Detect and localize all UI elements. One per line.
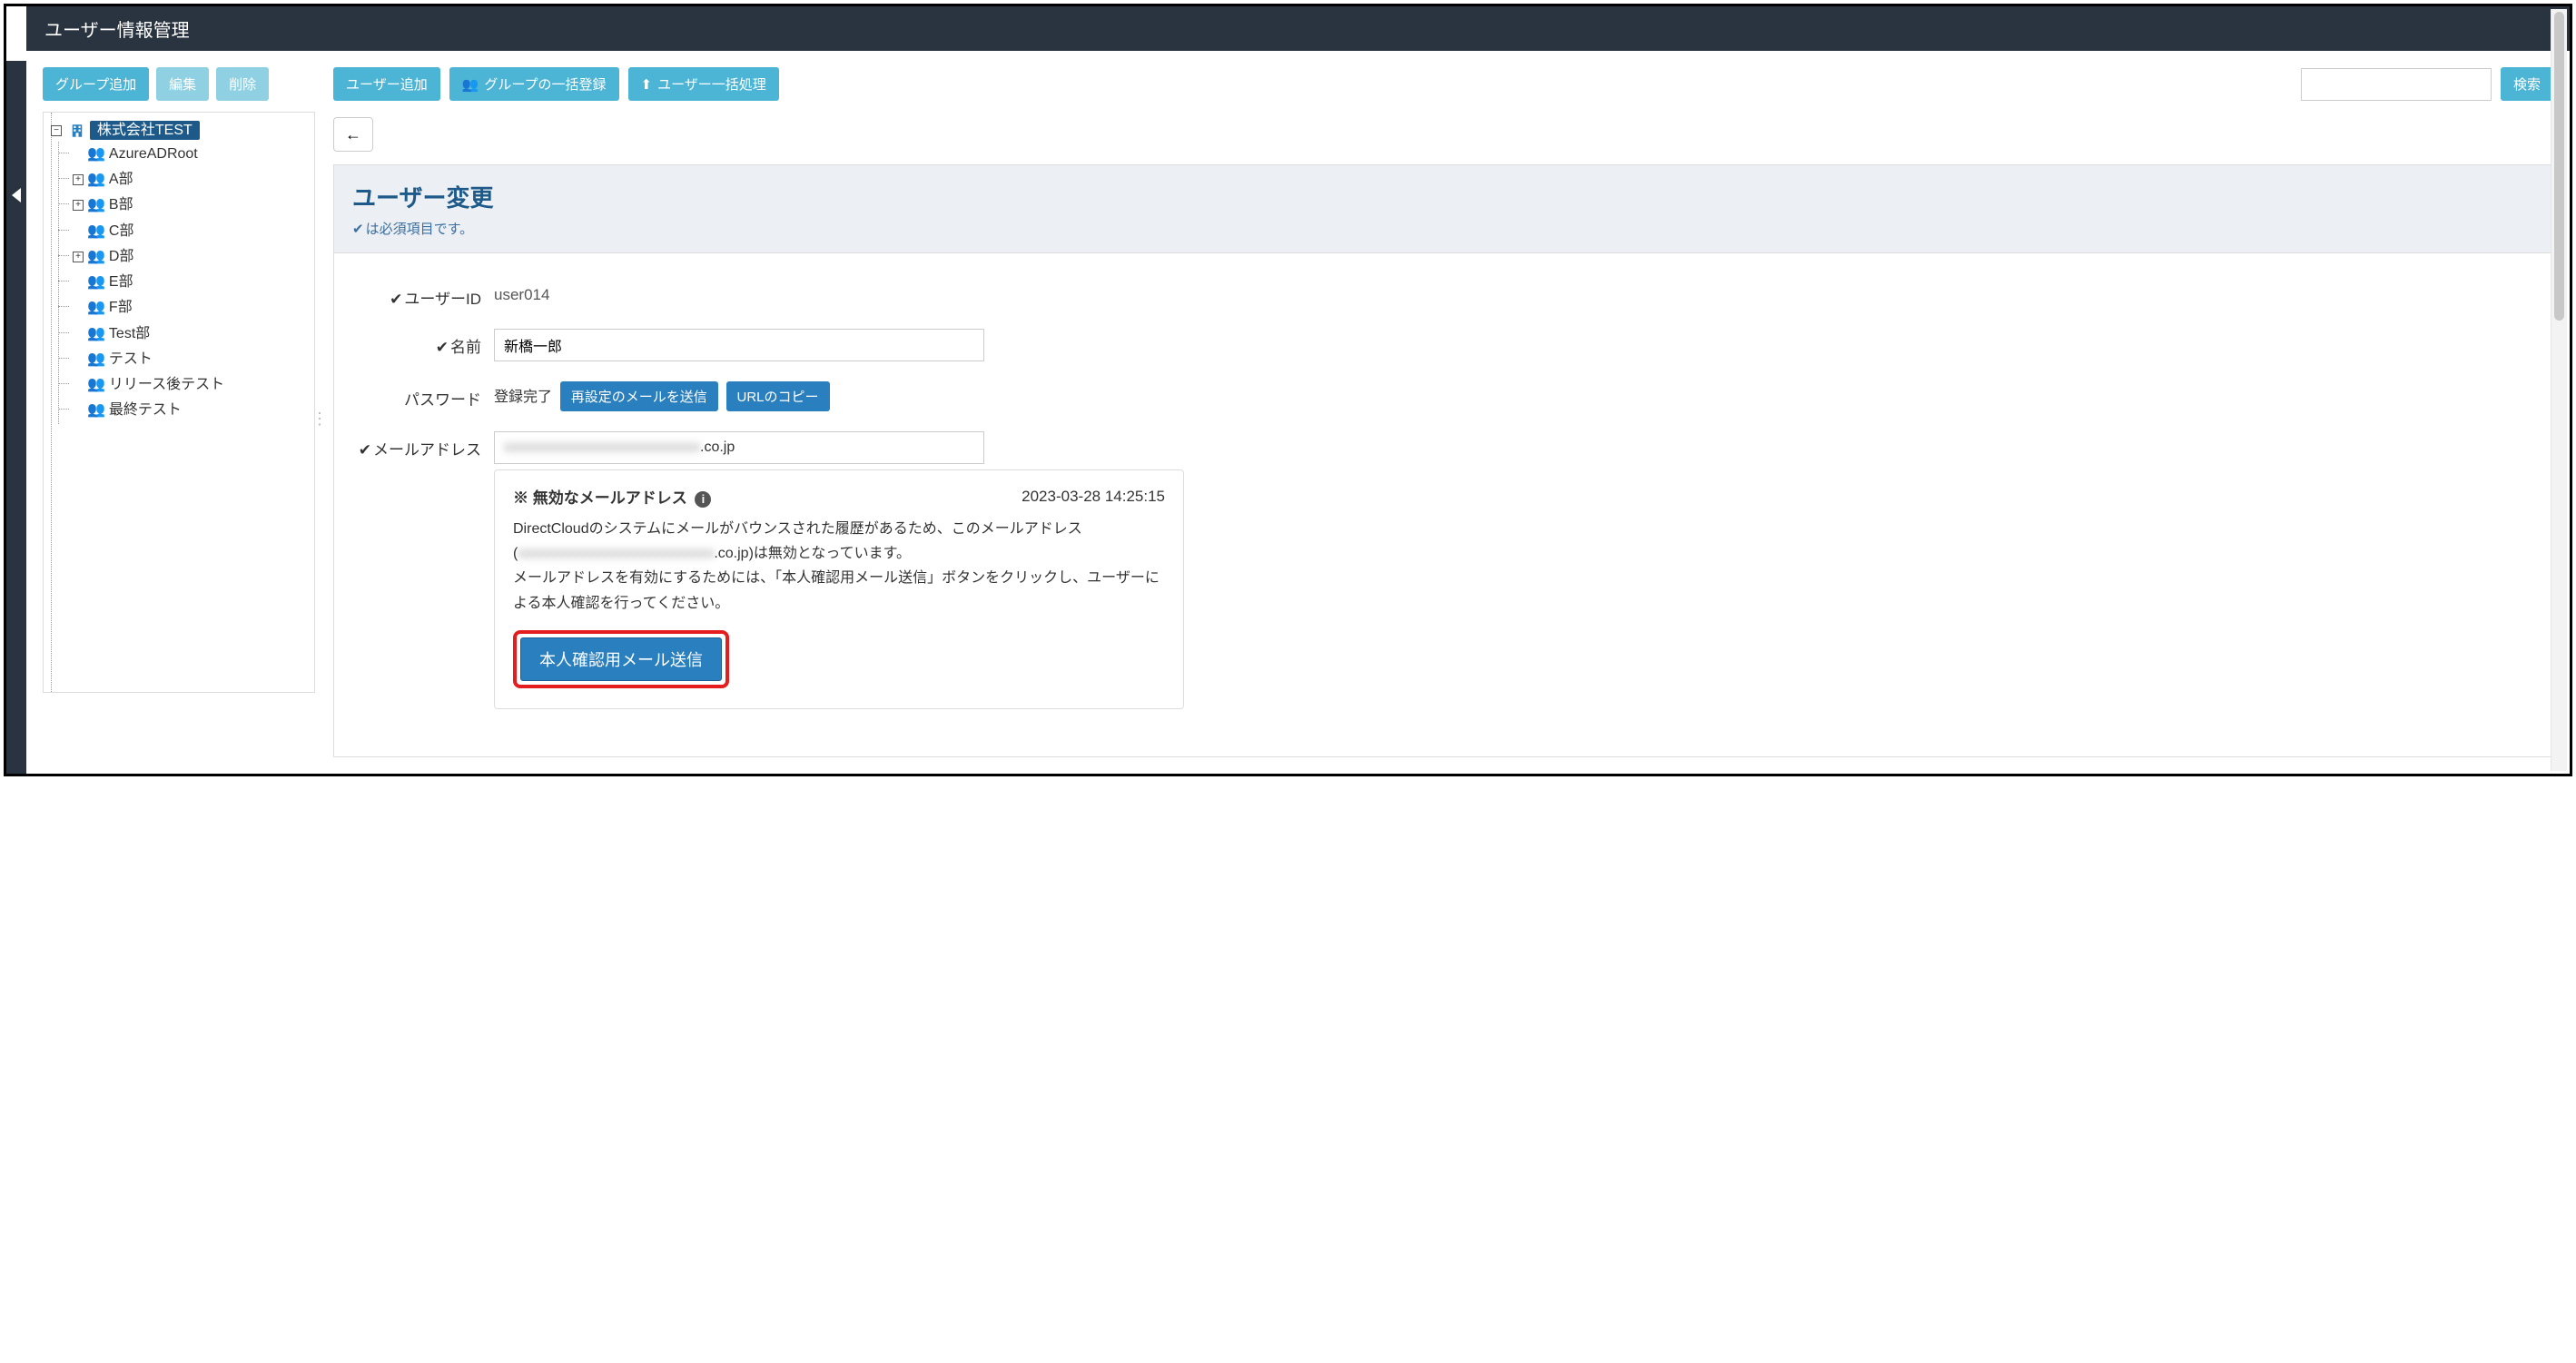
notice-prefix: ※ <box>513 489 533 507</box>
tree-node[interactable]: 👥 F部 <box>71 295 311 321</box>
tree-node-label: テスト <box>109 351 153 367</box>
tree-node-label: AzureADRoot <box>109 146 198 162</box>
tree-node[interactable]: 👥最終テスト <box>71 398 311 423</box>
password-label: パスワード <box>352 381 494 410</box>
panel-header: ユーザー変更 ✔は必須項目です。 <box>333 164 2553 253</box>
tree-node-label: E部 <box>109 274 133 290</box>
email-label-text: メールアドレス <box>373 441 481 459</box>
group-icon: 👥 <box>87 274 105 290</box>
bulk-user-label: ユーザー一括処理 <box>657 74 766 94</box>
tree-node[interactable]: +👥 B部 <box>71 193 311 218</box>
tree-root[interactable]: − 株式会社TEST 👥AzureADRoot +👥A部 +👥B部 👥C部 <box>49 118 311 426</box>
user-id-label: ✔ユーザーID <box>352 281 494 309</box>
group-icon: 👥 <box>87 223 105 239</box>
tree-node-label: 最終テスト <box>109 403 182 419</box>
check-icon: ✔ <box>352 222 364 237</box>
group-icon: 👥 <box>87 326 105 341</box>
expand-icon[interactable]: + <box>73 200 84 211</box>
panel-title: ユーザー変更 <box>352 180 2534 213</box>
group-icon: 👥 <box>87 351 105 367</box>
tree-node[interactable]: 👥C部 <box>71 219 311 244</box>
verify-button-highlight: 本人確認用メール送信 <box>513 630 729 688</box>
page-title: ユーザー情報管理 <box>44 21 190 41</box>
name-label: ✔名前 <box>352 329 494 357</box>
search-input[interactable] <box>2301 68 2492 101</box>
tree-node-label: C部 <box>109 223 134 239</box>
required-note: ✔は必須項目です。 <box>352 219 2534 238</box>
search-button[interactable]: 検索 <box>2501 67 2553 101</box>
email-field[interactable]: xxxxxxxxxxxxxxxxxxxxxxxxxxx.co.jp <box>494 431 984 464</box>
group-icon: 👥 <box>462 76 479 93</box>
group-icon: 👥 <box>87 249 105 264</box>
invalid-email-notice: ※ 無効なメールアドレス i 2023-03-28 14:25:15 Direc… <box>494 469 1184 709</box>
group-icon: 👥 <box>87 377 105 392</box>
expand-icon[interactable]: + <box>73 252 84 262</box>
verify-email-button[interactable]: 本人確認用メール送信 <box>520 637 722 681</box>
notice-timestamp: 2023-03-28 14:25:15 <box>1022 488 1165 506</box>
delete-button[interactable]: 削除 <box>216 67 269 101</box>
user-id-value: user014 <box>494 281 1184 304</box>
arrow-left-icon: ← <box>345 125 361 143</box>
notice-body: DirectCloudのシステムにメールがバウンスされた履歴があるため、このメー… <box>513 517 1165 616</box>
group-icon: 👥 <box>87 402 105 418</box>
tree-node-label: B部 <box>109 198 133 213</box>
page-title-bar: ユーザー情報管理 <box>26 6 2570 51</box>
back-button[interactable]: ← <box>333 117 373 152</box>
name-field[interactable] <box>494 329 984 361</box>
check-icon: ✔ <box>436 339 449 356</box>
group-tree: − 株式会社TEST 👥AzureADRoot +👥A部 +👥B部 👥C部 <box>43 112 315 693</box>
notice-line1b: .co.jp)は無効となっています。 <box>714 546 911 561</box>
group-icon: 👥 <box>87 300 105 315</box>
tree-node-label: F部 <box>109 301 133 316</box>
notice-title: 無効なメールアドレス <box>533 489 687 507</box>
tree-resize-handle[interactable] <box>311 402 319 439</box>
tree-node[interactable]: +👥 D部 <box>71 244 311 270</box>
resend-password-button[interactable]: 再設定のメールを送信 <box>560 381 718 411</box>
bulk-group-button[interactable]: 👥 グループの一括登録 <box>449 67 619 101</box>
add-user-button[interactable]: ユーザー追加 <box>333 67 440 101</box>
tree-node[interactable]: 👥 リリース後テスト <box>71 372 311 398</box>
collapse-icon[interactable]: − <box>51 125 62 136</box>
tree-node[interactable]: +👥 A部 <box>71 167 311 193</box>
tree-node[interactable]: 👥AzureADRoot <box>71 142 311 167</box>
scrollbar-track[interactable] <box>2551 9 2567 771</box>
tree-root-label[interactable]: 株式会社TEST <box>90 121 200 140</box>
password-status: 登録完了 <box>494 386 552 405</box>
tree-node[interactable]: 👥E部 <box>71 270 311 295</box>
check-icon: ✔ <box>359 441 371 459</box>
bulk-group-label: グループの一括登録 <box>484 74 606 94</box>
tree-node[interactable]: 👥テスト <box>71 347 311 372</box>
check-icon: ✔ <box>390 291 402 308</box>
email-label: ✔メールアドレス <box>352 431 494 459</box>
building-icon <box>69 123 89 138</box>
edit-button[interactable]: 編集 <box>156 67 209 101</box>
url-copy-button[interactable]: URLのコピー <box>726 381 830 411</box>
name-label-text: 名前 <box>450 339 481 356</box>
upload-icon: ⬆ <box>641 76 653 93</box>
expand-icon[interactable]: + <box>73 174 84 185</box>
notice-line2: メールアドレスを有効にするためには、「本人確認用メール送信」ボタンをクリックし、… <box>513 570 1160 610</box>
group-icon: 👥 <box>87 197 105 212</box>
scrollbar-thumb[interactable] <box>2554 12 2564 321</box>
notice-mask: xxxxxxxxxxxxxxxxxxxxxxxxxxx <box>518 546 714 561</box>
required-note-text: は必須項目です。 <box>366 222 474 237</box>
tree-node[interactable]: 👥 Test部 <box>71 321 311 347</box>
tree-node-label: リリース後テスト <box>109 377 224 392</box>
tree-node-label: D部 <box>109 249 134 264</box>
email-masked: xxxxxxxxxxxxxxxxxxxxxxxxxxx <box>504 440 700 456</box>
group-icon: 👥 <box>87 172 105 187</box>
bulk-user-button[interactable]: ⬆ ユーザー一括処理 <box>628 67 779 101</box>
email-suffix: .co.jp <box>700 440 735 456</box>
user-id-label-text: ユーザーID <box>404 291 481 308</box>
info-icon[interactable]: i <box>695 491 711 508</box>
group-icon: 👥 <box>87 146 105 162</box>
add-group-button[interactable]: グループ追加 <box>43 67 149 101</box>
left-nav-sliver <box>6 61 26 774</box>
tree-node-label: Test部 <box>109 326 150 341</box>
tree-node-label: A部 <box>109 172 133 187</box>
